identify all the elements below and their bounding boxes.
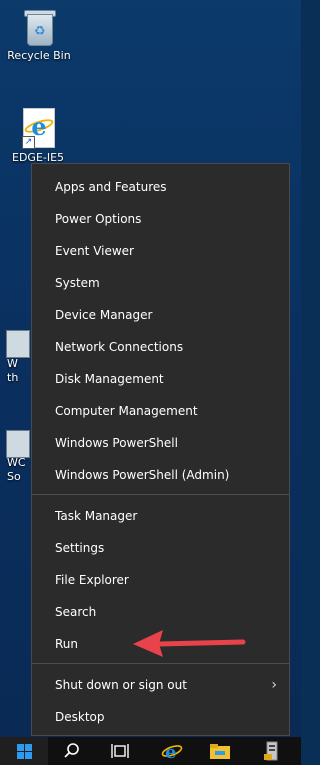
menu-item-power-options[interactable]: Power Options xyxy=(32,205,289,233)
menu-item-search[interactable]: Search xyxy=(32,598,289,626)
menu-item-settings[interactable]: Settings xyxy=(32,534,289,562)
recycle-bin-icon: ♻ xyxy=(22,8,56,46)
menu-item-windows-powershell-admin[interactable]: Windows PowerShell (Admin) xyxy=(32,461,289,489)
menu-item-event-viewer[interactable]: Event Viewer xyxy=(32,237,289,265)
menu-item-device-manager[interactable]: Device Manager xyxy=(32,301,289,329)
menu-item-file-explorer[interactable]: File Explorer xyxy=(32,566,289,594)
server-manager-taskbar-button[interactable] xyxy=(252,737,292,765)
menu-item-computer-management[interactable]: Computer Management xyxy=(32,397,289,425)
svg-text:e: e xyxy=(165,742,176,762)
internet-explorer-shortcut[interactable]: e ↗ EDGE-IE5 xyxy=(0,108,78,164)
recycle-bin-shortcut[interactable]: ♻ Recycle Bin xyxy=(0,8,78,62)
recycle-bin-label: Recycle Bin xyxy=(7,49,71,62)
partial-shortcut-label-1b: th xyxy=(7,371,19,384)
task-view-button[interactable] xyxy=(100,737,140,765)
file-explorer-taskbar-button[interactable] xyxy=(200,737,240,765)
partial-shortcut-label-1: W xyxy=(7,357,18,370)
menu-item-apps-and-features[interactable]: Apps and Features xyxy=(32,173,289,201)
menu-item-task-manager[interactable]: Task Manager xyxy=(32,502,289,530)
partial-shortcut-icon-1[interactable] xyxy=(6,330,30,358)
menu-separator xyxy=(32,663,289,664)
menu-item-network-connections[interactable]: Network Connections xyxy=(32,333,289,361)
windows-start-icon xyxy=(16,743,32,759)
search-icon xyxy=(64,743,79,758)
menu-item-label: Shut down or sign out xyxy=(55,678,187,692)
menu-item-shut-down-or-sign-out[interactable]: Shut down or sign out › xyxy=(32,671,289,699)
server-manager-icon xyxy=(264,741,278,761)
internet-explorer-icon: e ↗ xyxy=(22,108,55,149)
annotation-arrow-icon xyxy=(133,630,246,657)
menu-item-disk-management[interactable]: Disk Management xyxy=(32,365,289,393)
menu-item-desktop[interactable]: Desktop xyxy=(32,703,289,731)
partial-shortcut-label-2b: So xyxy=(7,470,21,483)
task-view-icon xyxy=(111,744,129,758)
file-explorer-icon xyxy=(210,744,230,759)
internet-explorer-icon: e xyxy=(161,742,183,762)
internet-explorer-taskbar-button[interactable]: e xyxy=(152,737,192,765)
partial-shortcut-label-2: WC xyxy=(7,456,26,469)
partial-shortcut-icon-2[interactable] xyxy=(6,430,30,458)
taskbar: e xyxy=(0,737,301,765)
menu-item-system[interactable]: System xyxy=(32,269,289,297)
chevron-right-icon: › xyxy=(271,677,277,693)
start-button[interactable] xyxy=(0,737,48,765)
search-button[interactable] xyxy=(52,737,92,765)
menu-separator xyxy=(32,494,289,495)
menu-item-windows-powershell[interactable]: Windows PowerShell xyxy=(32,429,289,457)
